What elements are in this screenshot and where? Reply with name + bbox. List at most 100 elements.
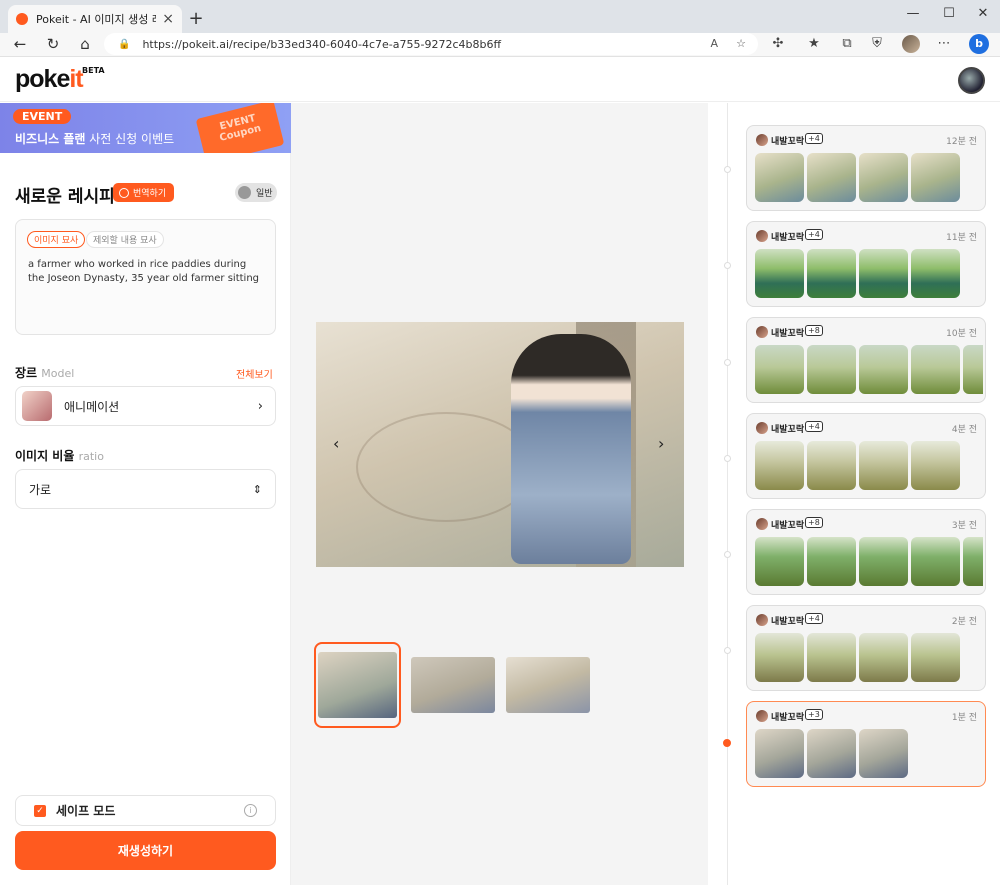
timeline-line <box>727 103 728 885</box>
history-thumb[interactable] <box>859 249 908 298</box>
history-count: +4 <box>805 229 823 240</box>
history-thumbs <box>755 345 983 395</box>
history-thumb[interactable] <box>859 633 908 682</box>
next-image-icon[interactable]: › <box>658 434 664 453</box>
history-card-3[interactable]: 내발꼬락 +8 10분 전 <box>746 317 986 403</box>
genre-label-sub: Model <box>41 367 75 380</box>
tab-image-description[interactable]: 이미지 묘사 <box>27 231 86 248</box>
prompt-text[interactable]: a farmer who worked in rice paddies duri… <box>28 258 264 286</box>
tab-negative-description[interactable]: 제외할 내용 묘사 <box>86 231 164 248</box>
history-thumb[interactable] <box>911 153 960 202</box>
safe-mode-checkbox[interactable]: ✓ <box>34 804 46 817</box>
history-thumb[interactable] <box>911 345 960 394</box>
history-time: 11분 전 <box>946 233 977 243</box>
pokeit-logo[interactable]: pokeit <box>15 65 84 94</box>
home-icon[interactable]: ⌂ <box>75 34 95 54</box>
maximize-icon[interactable]: ☐ <box>939 6 959 21</box>
history-thumbs <box>755 153 983 203</box>
history-user: 내발꼬락 <box>771 137 805 147</box>
prev-image-icon[interactable]: ‹ <box>333 434 339 453</box>
timeline-dot <box>724 166 731 173</box>
more-icon[interactable]: ⋯ <box>935 36 953 51</box>
see-all-link[interactable]: 전체보기 <box>236 366 273 381</box>
extensions-icon[interactable]: ✣ <box>769 36 787 51</box>
history-thumb[interactable] <box>755 153 804 202</box>
back-icon[interactable]: ← <box>10 34 30 54</box>
timeline-dot-active <box>723 739 731 747</box>
history-thumb[interactable] <box>755 249 804 298</box>
minimize-icon[interactable]: — <box>903 6 923 21</box>
history-thumb[interactable] <box>859 153 908 202</box>
history-thumb[interactable] <box>807 729 856 778</box>
history-card-7[interactable]: 내발꼬락 +3 1분 전 <box>746 701 986 787</box>
ratio-select[interactable]: 가로 ⇕ <box>15 469 276 509</box>
image-thumbnail-2[interactable] <box>411 657 495 713</box>
new-tab-icon[interactable]: + <box>186 8 206 29</box>
user-avatar-small <box>756 326 768 338</box>
address-toolbar: ← ↻ ⌂ 🔒 https://pokeit.ai/recipe/b33ed34… <box>0 33 1000 57</box>
history-time: 4분 전 <box>951 425 977 435</box>
history-time: 2분 전 <box>951 617 977 627</box>
mode-toggle[interactable]: 일반 <box>235 183 277 202</box>
history-thumb[interactable] <box>807 537 856 586</box>
history-count: +8 <box>805 517 823 528</box>
reload-icon[interactable]: ↻ <box>43 34 63 54</box>
user-avatar[interactable] <box>958 67 985 94</box>
model-name: 애니메이션 <box>64 399 120 414</box>
close-tab-icon[interactable]: × <box>162 11 174 27</box>
image-thumbnail-3[interactable] <box>506 657 590 713</box>
translate-button[interactable]: 번역하기 <box>113 183 175 202</box>
history-card-6[interactable]: 내발꼬락 +4 2분 전 <box>746 605 986 691</box>
history-card-1[interactable]: 내발꼬락 +4 12분 전 <box>746 125 986 211</box>
image-thumbnail-1[interactable] <box>314 642 401 728</box>
history-thumb[interactable] <box>859 537 908 586</box>
history-thumb[interactable] <box>755 441 804 490</box>
thumbnail-image <box>411 657 495 713</box>
history-thumb[interactable] <box>859 441 908 490</box>
event-text: 비즈니스 플랜 사전 신청 이벤트 <box>15 130 174 147</box>
history-time: 12분 전 <box>946 137 977 147</box>
image-figure <box>511 334 631 564</box>
history-card-5[interactable]: 내발꼬락 +8 3분 전 <box>746 509 986 595</box>
history-card-2[interactable]: 내발꼬락 +4 11분 전 <box>746 221 986 307</box>
prompt-box[interactable]: 이미지 묘사 제외할 내용 묘사 a farmer who worked in … <box>15 219 276 335</box>
safe-mode-row[interactable]: ✓ 세이프 모드 i <box>15 795 276 826</box>
history-thumb[interactable] <box>911 441 960 490</box>
ratio-label: 이미지 비율 ratio <box>15 447 104 464</box>
history-thumb[interactable] <box>807 249 856 298</box>
favorite-star-icon[interactable]: ☆ <box>736 37 746 50</box>
address-field[interactable]: 🔒 https://pokeit.ai/recipe/b33ed340-6040… <box>104 33 758 55</box>
history-thumb[interactable] <box>807 633 856 682</box>
history-thumb[interactable] <box>755 729 804 778</box>
tab-title: Pokeit - AI 이미지 생성 레시피 중 <box>36 13 156 26</box>
history-thumb[interactable] <box>963 537 983 586</box>
history-card-4[interactable]: 내발꼬락 +4 4분 전 <box>746 413 986 499</box>
history-thumb[interactable] <box>859 345 908 394</box>
history-thumb[interactable] <box>911 633 960 682</box>
bing-icon[interactable]: b <box>969 34 989 54</box>
collections-icon[interactable]: ⧉ <box>838 36 856 51</box>
site-header: pokeit BETA <box>0 57 1000 102</box>
favorites-icon[interactable]: ★ <box>805 36 823 51</box>
history-thumb[interactable] <box>963 345 983 394</box>
history-thumb[interactable] <box>859 729 908 778</box>
close-window-icon[interactable]: ✕ <box>973 6 993 21</box>
profile-avatar[interactable] <box>902 35 920 53</box>
history-thumb[interactable] <box>911 249 960 298</box>
history-thumb[interactable] <box>807 153 856 202</box>
info-icon[interactable]: i <box>244 804 257 817</box>
shield-icon[interactable]: ⛨ <box>868 36 886 51</box>
history-thumb[interactable] <box>807 441 856 490</box>
history-thumb[interactable] <box>807 345 856 394</box>
history-thumb[interactable] <box>755 345 804 394</box>
history-thumb[interactable] <box>911 537 960 586</box>
browser-tab[interactable]: Pokeit - AI 이미지 생성 레시피 중 × <box>8 5 182 33</box>
event-banner[interactable]: EVENT 비즈니스 플랜 사전 신청 이벤트 EVENT Coupon <box>0 103 291 153</box>
history-thumb[interactable] <box>755 537 804 586</box>
model-selector[interactable]: 애니메이션 › <box>15 386 276 426</box>
history-count: +4 <box>805 613 823 624</box>
event-text-bold: 비즈니스 플랜 <box>15 132 86 146</box>
read-aloud-icon[interactable]: A <box>710 37 718 50</box>
regenerate-button[interactable]: 재생성하기 <box>15 831 276 870</box>
history-thumb[interactable] <box>755 633 804 682</box>
